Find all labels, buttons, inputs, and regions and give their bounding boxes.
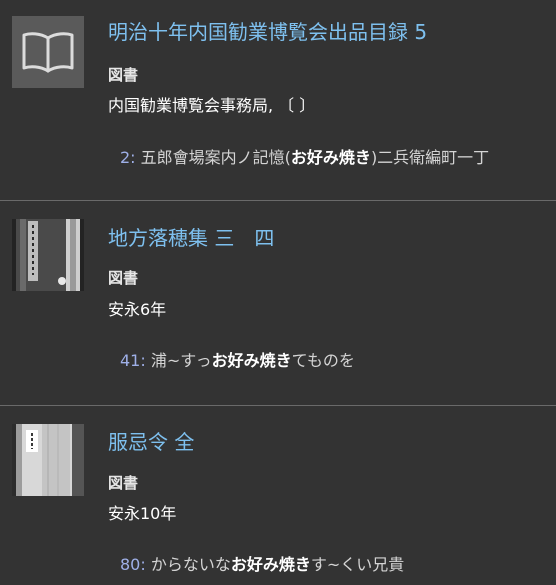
result-title-link[interactable]: 明治十年内国勧業博覧会出品目録 5 (108, 16, 427, 45)
snippet-line-number: 41: (120, 351, 146, 370)
book-thumbnail[interactable] (12, 16, 84, 88)
search-result: 明治十年内国勧業博覧会出品目録 5 図書 内国勧業博覧会事務局, 〔 〕 2: … (0, 0, 556, 200)
snippet-text-after: )二兵衛編町一丁 (370, 148, 490, 167)
manuscript-scan-thumbnail[interactable] (12, 424, 84, 496)
result-date: 安永10年 (108, 504, 177, 523)
manuscript-scan-thumbnail[interactable] (12, 219, 84, 291)
snippet-line-number: 80: (120, 555, 146, 574)
snippet-highlight: お好み焼き (290, 148, 371, 167)
result-title-link[interactable]: 服忌令 全 (108, 426, 194, 455)
result-title-link[interactable]: 地方落穂集 三 四 (108, 222, 274, 251)
result-type: 図書 (108, 269, 139, 287)
open-book-icon (22, 32, 74, 73)
snippet-text-after: てものを (291, 351, 355, 370)
snippet-highlight: お好み焼き (211, 351, 292, 370)
manuscript-scan-icon (12, 219, 84, 291)
result-snippet[interactable]: 41: 浦~すっお好み焼きてものを (120, 347, 355, 371)
result-type: 図書 (108, 474, 139, 492)
snippet-text-before: からないな (145, 555, 231, 574)
search-result: 服忌令 全 図書 安永10年 80: からないなお好み焼きす~くい兄貴 (0, 406, 556, 585)
snippet-highlight: お好み焼き (230, 555, 311, 574)
result-snippet[interactable]: 80: からないなお好み焼きす~くい兄貴 (120, 551, 404, 575)
search-result: 地方落穂集 三 四 図書 安永6年 41: 浦~すっお好み焼きてものを (0, 201, 556, 405)
snippet-text-before: 浦~すっ (145, 351, 212, 370)
result-date: 安永6年 (108, 300, 167, 319)
result-publisher: 内国勧業博覧会事務局, 〔 〕 (108, 96, 316, 115)
snippet-text-before: 五郎會場案内ノ記憶( (135, 148, 291, 167)
snippet-text-after: す~くい兄貴 (310, 555, 405, 574)
snippet-line-number: 2: (120, 148, 136, 167)
result-type: 図書 (108, 66, 139, 84)
manuscript-scan-icon (12, 424, 84, 496)
result-snippet[interactable]: 2: 五郎會場案内ノ記憶(お好み焼き)二兵衛編町一丁 (120, 144, 489, 168)
